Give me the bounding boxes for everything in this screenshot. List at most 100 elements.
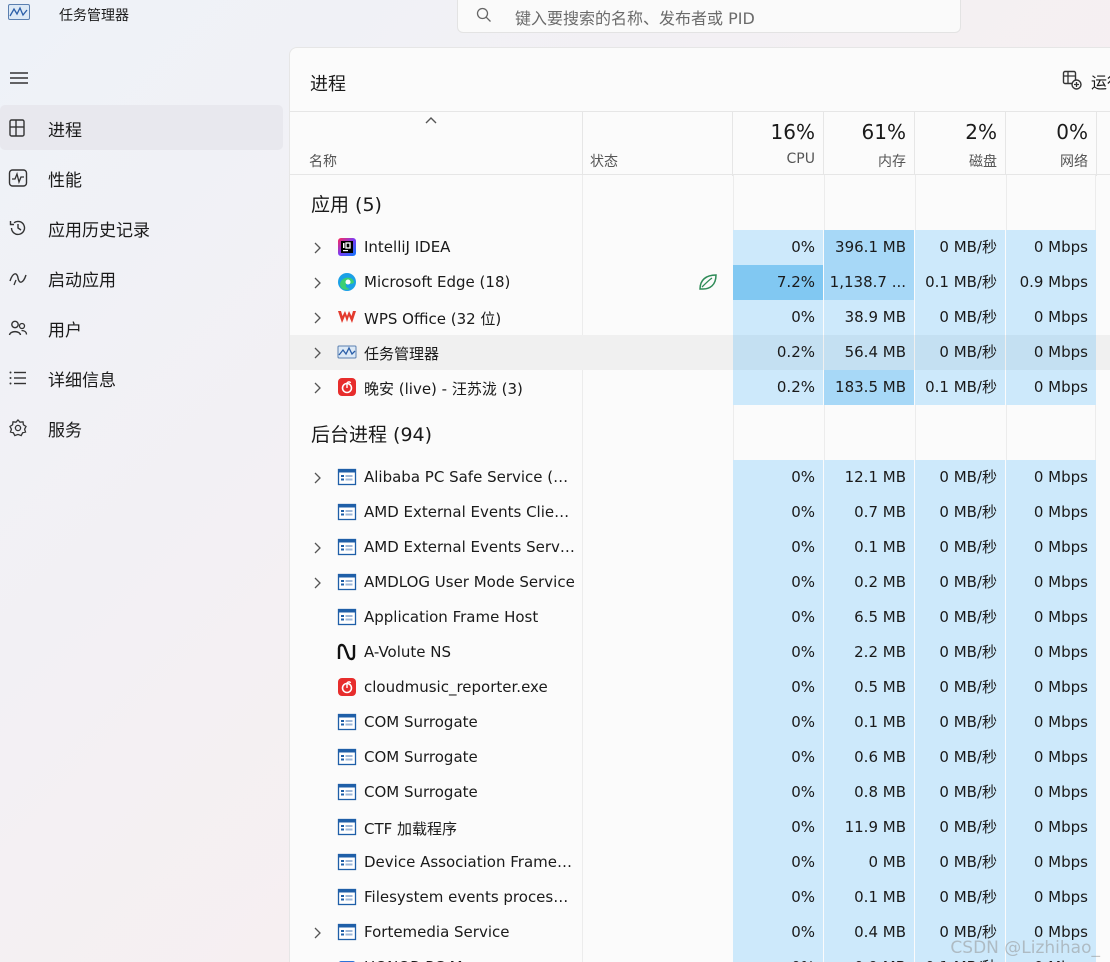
chevron-right-icon[interactable]: [312, 240, 322, 254]
sort-ascending-icon[interactable]: [424, 114, 438, 126]
table-row[interactable]: WPS Office (32 位) 0% 38.9 MB 0 MB/秒 0 Mbps: [290, 300, 1110, 335]
memory-cell: 0.8 MB: [824, 775, 914, 810]
table-row[interactable]: IntelliJ IDEA 0% 396.1 MB 0 MB/秒 0 Mbps: [290, 230, 1110, 265]
cpu-cell: 0%: [733, 670, 823, 705]
network-cell: 0 Mbps: [1006, 740, 1096, 775]
column-header-name[interactable]: 名称: [309, 151, 337, 171]
window-app-icon: [337, 747, 357, 767]
memory-cell: 38.9 MB: [824, 300, 914, 335]
disk-cell: 0 MB/秒: [915, 335, 1005, 370]
column-header-memory[interactable]: 61% 内存: [824, 112, 915, 176]
process-name: AMDLOG User Mode Service: [364, 573, 575, 591]
search-box[interactable]: 键入要搜索的名称、发布者或 PID: [457, 0, 961, 33]
table-header: 名称 状态 16% CPU 61% 内存 2% 磁盘 0% 网络: [290, 111, 1110, 176]
window-app-icon: [337, 817, 357, 837]
task-manager-app-icon: [8, 4, 30, 20]
sidebar-item-details[interactable]: 详细信息: [0, 355, 283, 400]
group-header: 应用 (5): [290, 175, 1110, 230]
cpu-cell: 0%: [733, 740, 823, 775]
chevron-right-icon[interactable]: [312, 380, 322, 394]
column-header-status[interactable]: 状态: [590, 151, 618, 171]
group-header: 后台进程 (94): [290, 405, 1110, 460]
network-cell: 0 Mbps: [1006, 300, 1096, 335]
disk-cell: 0 MB/秒: [915, 705, 1005, 740]
table-row[interactable]: Device Association Framew... 0% 0 MB 0 MB/秒…: [290, 845, 1110, 880]
disk-cell: 0 MB/秒: [915, 775, 1005, 810]
process-name: Filesystem events processor: [364, 888, 576, 906]
sidebar-item-startup-apps[interactable]: 启动应用: [0, 255, 283, 300]
chevron-right-icon[interactable]: [312, 470, 322, 484]
chevron-right-icon[interactable]: [312, 275, 322, 289]
memory-cell: 11.9 MB: [824, 810, 914, 845]
column-divider[interactable]: [1096, 112, 1097, 176]
disk-cell: 0.1 MB/秒: [915, 265, 1005, 300]
hamburger-menu-icon[interactable]: [9, 70, 29, 86]
table-row[interactable]: 任务管理器 0.2% 56.4 MB 0 MB/秒 0 Mbps: [290, 335, 1110, 370]
sidebar-item-users[interactable]: 用户: [0, 305, 283, 350]
network-cell: 0 Mbps: [1006, 705, 1096, 740]
process-name: cloudmusic_reporter.exe: [364, 678, 548, 696]
cpu-cell: 0%: [733, 915, 823, 950]
process-name: AMD External Events Servic...: [364, 538, 576, 556]
window-app-icon: [337, 607, 357, 627]
users-icon: [8, 320, 28, 336]
chevron-right-icon[interactable]: [312, 310, 322, 324]
services-icon: [9, 419, 27, 437]
search-input[interactable]: 键入要搜索的名称、发布者或 PID: [515, 5, 755, 29]
window-app-icon: [337, 467, 357, 487]
chevron-right-icon[interactable]: [312, 345, 322, 359]
sidebar-item-app-history[interactable]: 应用历史记录: [0, 205, 283, 250]
main-panel: 进程 运行新任务 名称 状态 16% CPU 61%: [289, 47, 1110, 962]
run-new-task-button[interactable]: 运行新任务: [1060, 68, 1110, 92]
chevron-right-icon[interactable]: [312, 575, 322, 589]
memory-cell: 0.7 MB: [824, 495, 914, 530]
sidebar-item-services[interactable]: 服务: [0, 405, 283, 450]
chevron-right-icon[interactable]: [312, 925, 322, 939]
table-row[interactable]: cloudmusic_reporter.exe 0% 0.5 MB 0 MB/秒 0 M…: [290, 670, 1110, 705]
table-row[interactable]: COM Surrogate 0% 0.8 MB 0 MB/秒 0 Mbps: [290, 775, 1110, 810]
network-cell: 0 Mbps: [1006, 370, 1096, 405]
table-row[interactable]: COM Surrogate 0% 0.1 MB 0 MB/秒 0 Mbps: [290, 705, 1110, 740]
table-row[interactable]: AMDLOG User Mode Service 0% 0.2 MB 0 MB/秒 0 …: [290, 565, 1110, 600]
sidebar-item-processes[interactable]: 进程: [0, 105, 283, 150]
table-row[interactable]: COM Surrogate 0% 0.6 MB 0 MB/秒 0 Mbps: [290, 740, 1110, 775]
chevron-right-icon[interactable]: [312, 540, 322, 554]
cpu-cell: 0.2%: [733, 370, 823, 405]
sidebar-nav: 进程 性能 应用历史记录 启动应用 用户 详细信息 服务: [0, 105, 289, 455]
app-title: 任务管理器: [59, 8, 129, 24]
table-row[interactable]: Microsoft Edge (18) 7.2% 1,138.7 ... 0.1 MB…: [290, 265, 1110, 300]
memory-cell: 12.1 MB: [824, 460, 914, 495]
process-name: 任务管理器: [364, 345, 440, 363]
title-bar: 任务管理器 键入要搜索的名称、发布者或 PID: [0, 0, 1110, 46]
table-row[interactable]: CTF 加载程序 0% 11.9 MB 0 MB/秒 0 Mbps: [290, 810, 1110, 845]
network-cell: 0 Mbps: [1006, 670, 1096, 705]
column-header-disk[interactable]: 2% 磁盘: [915, 112, 1006, 176]
disk-cell: 0 MB/秒: [915, 810, 1005, 845]
efficiency-leaf-icon: [697, 272, 719, 292]
memory-cell: 0.1 MB: [824, 880, 914, 915]
disk-cell: 0 MB/秒: [915, 460, 1005, 495]
cpu-cell: 0%: [733, 950, 823, 962]
memory-cell: 6.5 MB: [824, 600, 914, 635]
table-row[interactable]: AMD External Events Client... 0% 0.7 MB 0 M…: [290, 495, 1110, 530]
table-row[interactable]: Application Frame Host 0% 6.5 MB 0 MB/秒 0 Mb…: [290, 600, 1110, 635]
network-cell: 0 Mbps: [1006, 845, 1096, 880]
table-row[interactable]: Filesystem events processor 0% 0.1 MB 0 MB/…: [290, 880, 1110, 915]
network-cell: 0 Mbps: [1006, 810, 1096, 845]
sidebar-item-performance[interactable]: 性能: [0, 155, 283, 200]
memory-cell: 1,138.7 ...: [824, 265, 914, 300]
column-header-network[interactable]: 0% 网络: [1006, 112, 1097, 176]
table-row[interactable]: Alibaba PC Safe Service (32... 0% 12.1 MB 0…: [290, 460, 1110, 495]
column-divider[interactable]: [582, 112, 583, 176]
memory-cell: 0.9 MB: [824, 950, 914, 962]
disk-cell: 0 MB/秒: [915, 670, 1005, 705]
cpu-cell: 0%: [733, 845, 823, 880]
network-cell: 0 Mbps: [1006, 600, 1096, 635]
network-cell: 0 Mbps: [1006, 880, 1096, 915]
disk-cell: 0 MB/秒: [915, 565, 1005, 600]
table-row[interactable]: AMD External Events Servic... 0% 0.1 MB 0 M…: [290, 530, 1110, 565]
table-row[interactable]: A-Volute NS 0% 2.2 MB 0 MB/秒 0 Mbps: [290, 635, 1110, 670]
table-row[interactable]: 晚安 (live) - 汪苏泷 (3) 0.2% 183.5 MB 0.1 MB/秒 0…: [290, 370, 1110, 405]
column-header-cpu[interactable]: 16% CPU: [733, 112, 824, 176]
process-name: WPS Office (32 位): [364, 310, 502, 328]
